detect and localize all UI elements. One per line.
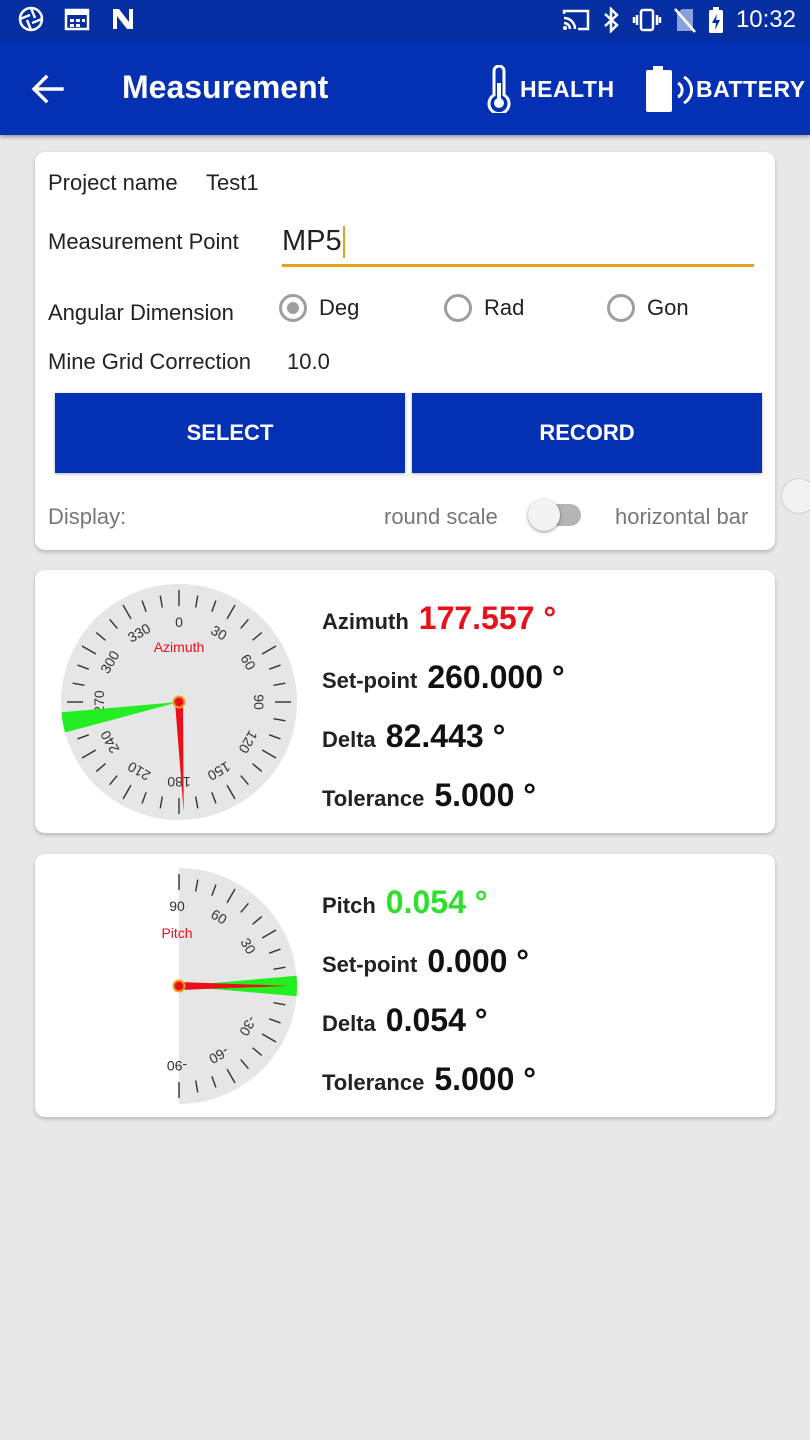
- azimuth-setpoint-label: Set-point: [322, 668, 418, 693]
- azimuth-card: 0 30 60 90 120 150 180 210 240 270 300 330 Azimuth A…: [35, 570, 775, 833]
- select-button[interactable]: SELECT: [55, 393, 405, 473]
- back-arrow-icon[interactable]: [30, 71, 66, 107]
- display-label: Display:: [48, 504, 127, 529]
- horizontal-bar-label: horizontal bar: [615, 504, 749, 529]
- battery-label: BATTERY: [696, 75, 806, 102]
- radio-rad[interactable]: Rad: [444, 294, 524, 322]
- angular-dimension-label: Angular Dimension: [48, 300, 234, 325]
- azimuth-label: Azimuth: [322, 609, 409, 634]
- azimuth-delta-value: 82.443 °: [385, 718, 506, 754]
- app-bar: Measurement HEALTH BATTERY: [0, 41, 810, 135]
- pitch-setpoint-value: 0.000 °: [427, 943, 530, 979]
- radio-gon-label: Gon: [647, 295, 689, 320]
- azimuth-dial-title: Azimuth: [154, 639, 205, 655]
- radio-rad-indicator: [444, 294, 472, 322]
- n-logo-icon: [113, 9, 133, 29]
- thermometer-icon: [487, 65, 511, 113]
- pitch-setpoint-row: Set-point 0.000 °: [322, 943, 529, 980]
- display-toggle-thumb[interactable]: [528, 499, 560, 531]
- cast-icon: [562, 9, 590, 31]
- measurement-form-card: Project name Test1 Measurement Point MP5…: [35, 152, 775, 550]
- azimuth-tolerance-value: 5.000 °: [434, 777, 537, 813]
- pitch-tick-label: -90: [167, 1058, 187, 1074]
- azimuth-pivot: [172, 695, 186, 709]
- azimuth-dial: 0 306090120150180210240270300330Azimuth: [61, 584, 297, 820]
- radio-gon[interactable]: Gon: [607, 294, 689, 322]
- calendar-icon: [64, 8, 90, 31]
- round-scale-label: round scale: [384, 504, 498, 529]
- radio-gon-indicator: [607, 294, 635, 322]
- battery-button[interactable]: BATTERY: [644, 63, 806, 115]
- no-sim-icon: [673, 8, 696, 33]
- pitch-delta-label: Delta: [322, 1011, 376, 1036]
- pitch-setpoint-label: Set-point: [322, 952, 418, 977]
- pitch-dial: 90 6030-30-60-90Pitch: [161, 868, 297, 1104]
- pitch-tolerance-label: Tolerance: [322, 1070, 425, 1095]
- pitch-tolerance-value: 5.000 °: [434, 1061, 537, 1097]
- aperture-icon: [18, 6, 44, 32]
- pitch-row: Pitch 0.054 °: [322, 884, 488, 921]
- radio-rad-label: Rad: [484, 295, 525, 320]
- azimuth-setpoint-row: Set-point 260.000 °: [322, 659, 565, 696]
- health-label: HEALTH: [520, 75, 615, 102]
- radio-deg-indicator: [279, 294, 307, 322]
- azimuth-tolerance-label: Tolerance: [322, 786, 425, 811]
- measurement-point-label: Measurement Point: [48, 229, 239, 254]
- radio-deg-label: Deg: [319, 295, 360, 320]
- azimuth-tick-label: 0: [175, 614, 183, 630]
- status-bar: 10:32: [0, 0, 810, 41]
- record-button[interactable]: RECORD: [412, 393, 762, 473]
- pitch-delta-row: Delta 0.054 °: [322, 1002, 488, 1039]
- pitch-delta-value: 0.054 °: [385, 1002, 488, 1038]
- measurement-point-value: MP5: [282, 225, 342, 257]
- battery-charging-icon: [708, 7, 723, 33]
- battery-signal-icon: [646, 66, 694, 112]
- azimuth-row: Azimuth 177.557 °: [322, 600, 556, 637]
- pitch-tick-label: 90: [169, 898, 185, 914]
- azimuth-tick-label: 180: [167, 774, 191, 790]
- azimuth-setpoint-value: 260.000 °: [427, 659, 565, 695]
- pitch-label: Pitch: [322, 893, 376, 918]
- azimuth-value: 177.557 °: [418, 600, 557, 636]
- text-caret: [342, 226, 345, 259]
- mine-grid-correction-label: Mine Grid Correction: [48, 349, 251, 374]
- pitch-pivot: [172, 979, 186, 993]
- mine-grid-correction-value: 10.0: [287, 349, 330, 374]
- pitch-card: 90 60 30 -30 -60 -90 Pitch Pitch 0.054 ° Set-p…: [35, 854, 775, 1117]
- pitch-dial-title: Pitch: [161, 925, 192, 941]
- azimuth-tick-label: 90: [251, 694, 267, 710]
- vibrate-icon: [632, 8, 662, 32]
- project-name-value: Test1: [206, 170, 259, 195]
- health-button[interactable]: HEALTH: [484, 63, 615, 115]
- azimuth-tolerance-row: Tolerance 5.000 °: [322, 777, 536, 814]
- bluetooth-icon: [604, 7, 619, 33]
- pitch-tolerance-row: Tolerance 5.000 °: [322, 1061, 536, 1098]
- project-name-label: Project name: [48, 170, 178, 195]
- edge-handle[interactable]: [781, 478, 810, 514]
- pitch-value: 0.054 °: [385, 884, 488, 920]
- page-title: Measurement: [122, 69, 329, 105]
- azimuth-delta-row: Delta 82.443 °: [322, 718, 505, 755]
- radio-deg[interactable]: Deg: [279, 294, 359, 322]
- azimuth-delta-label: Delta: [322, 727, 376, 752]
- measurement-point-input[interactable]: MP5: [282, 220, 754, 267]
- clock: 10:32: [735, 6, 796, 33]
